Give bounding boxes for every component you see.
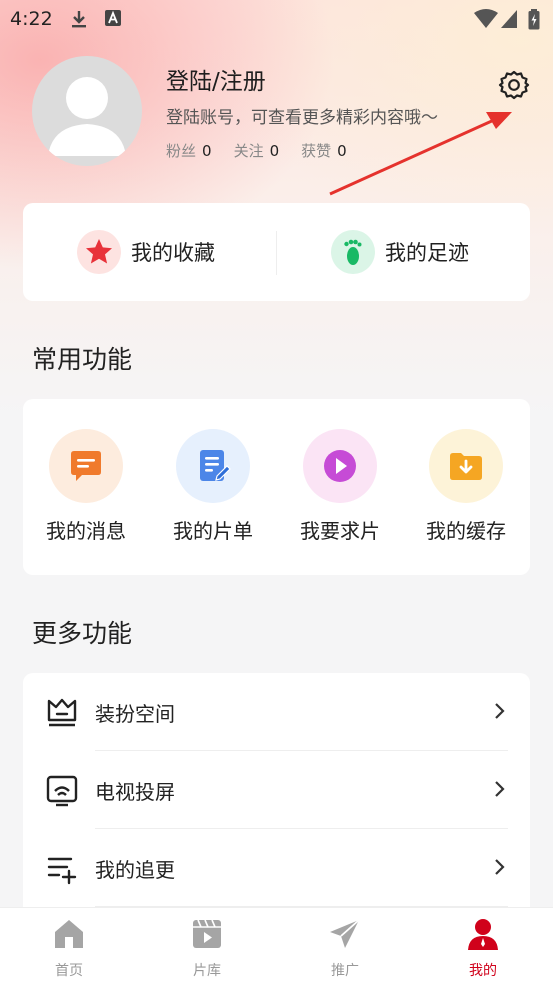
download-folder-icon bbox=[429, 429, 503, 503]
login-register-link[interactable]: 登陆/注册 bbox=[166, 62, 266, 96]
stat-following[interactable]: 关注 0 bbox=[234, 140, 280, 161]
playlist-icon bbox=[176, 429, 250, 503]
paper-plane-icon bbox=[330, 919, 360, 948]
tab-mine-label: 我的 bbox=[469, 963, 497, 979]
common-functions-card: 我的消息 我的片单 我要求片 我的缓存 bbox=[23, 399, 530, 575]
settings-gear-icon[interactable] bbox=[498, 69, 530, 101]
a-badge-icon bbox=[105, 10, 121, 26]
user-icon bbox=[468, 919, 498, 950]
my-cache-label: 我的缓存 bbox=[426, 519, 506, 543]
quick-access-card: 我的收藏 我的足迹 bbox=[23, 203, 530, 301]
cast-icon bbox=[46, 775, 78, 807]
my-playlist-button[interactable]: 我的片单 bbox=[163, 429, 263, 544]
list-add-icon bbox=[47, 857, 77, 885]
tab-promote[interactable]: 推广 bbox=[305, 916, 385, 980]
quick-divider bbox=[276, 231, 277, 275]
my-messages-button[interactable]: 我的消息 bbox=[36, 429, 136, 544]
stat-fans[interactable]: 粉丝 0 bbox=[166, 140, 212, 161]
tab-home-label: 首页 bbox=[55, 963, 83, 979]
tab-promote-label: 推广 bbox=[331, 963, 359, 979]
stat-likes[interactable]: 获赞 0 bbox=[301, 140, 347, 161]
favorites-button[interactable]: 我的收藏 bbox=[77, 227, 215, 277]
row-my-updates[interactable]: 我的追更 bbox=[23, 829, 530, 907]
profile-header: 登陆/注册 登陆账号，可查看更多精彩内容哦～ 粉丝 0 关注 0 获赞 0 bbox=[0, 50, 553, 180]
footprints-label: 我的足迹 bbox=[385, 241, 469, 265]
status-time: 4:22 bbox=[10, 8, 53, 30]
tv-cast-label: 电视投屏 bbox=[95, 780, 175, 804]
my-updates-label: 我的追更 bbox=[95, 858, 175, 882]
star-icon bbox=[77, 230, 121, 274]
request-film-button[interactable]: 我要求片 bbox=[290, 429, 390, 544]
wifi-icon bbox=[474, 9, 498, 28]
favorites-label: 我的收藏 bbox=[131, 241, 215, 265]
footprints-button[interactable]: 我的足迹 bbox=[331, 227, 469, 277]
request-film-label: 我要求片 bbox=[300, 519, 380, 543]
default-avatar-icon bbox=[48, 77, 126, 156]
chevron-right-icon bbox=[495, 781, 505, 797]
battery-icon bbox=[528, 9, 540, 30]
tab-home[interactable]: 首页 bbox=[29, 916, 109, 980]
tab-library[interactable]: 片库 bbox=[167, 916, 247, 980]
download-icon bbox=[72, 11, 86, 28]
crown-icon bbox=[47, 698, 77, 727]
avatar[interactable] bbox=[32, 56, 142, 166]
footprint-icon bbox=[331, 230, 375, 274]
tab-library-label: 片库 bbox=[193, 963, 221, 979]
chevron-right-icon bbox=[495, 703, 505, 719]
my-cache-button[interactable]: 我的缓存 bbox=[416, 429, 516, 544]
more-functions-card: 装扮空间 电视投屏 我的追更 bbox=[23, 673, 530, 933]
message-icon bbox=[49, 429, 123, 503]
dress-up-space-label: 装扮空间 bbox=[95, 702, 175, 726]
login-tagline: 登陆账号，可查看更多精彩内容哦～ bbox=[166, 108, 438, 128]
my-playlist-label: 我的片单 bbox=[173, 519, 253, 543]
signal-icon bbox=[501, 10, 517, 28]
film-icon bbox=[193, 919, 221, 948]
status-bar: 4:22 bbox=[0, 0, 553, 38]
tab-mine[interactable]: 我的 bbox=[443, 916, 523, 980]
chevron-right-icon bbox=[495, 859, 505, 875]
row-tv-cast[interactable]: 电视投屏 bbox=[23, 751, 530, 829]
profile-stats: 粉丝 0 关注 0 获赞 0 bbox=[166, 140, 347, 161]
my-messages-label: 我的消息 bbox=[46, 519, 126, 543]
common-functions-title: 常用功能 bbox=[32, 345, 133, 374]
play-icon bbox=[303, 429, 377, 503]
home-icon bbox=[55, 920, 83, 948]
row-dress-up-space[interactable]: 装扮空间 bbox=[23, 673, 530, 751]
more-functions-title: 更多功能 bbox=[32, 619, 133, 648]
bottom-tab-bar: 首页 片库 推广 我的 bbox=[0, 907, 553, 985]
